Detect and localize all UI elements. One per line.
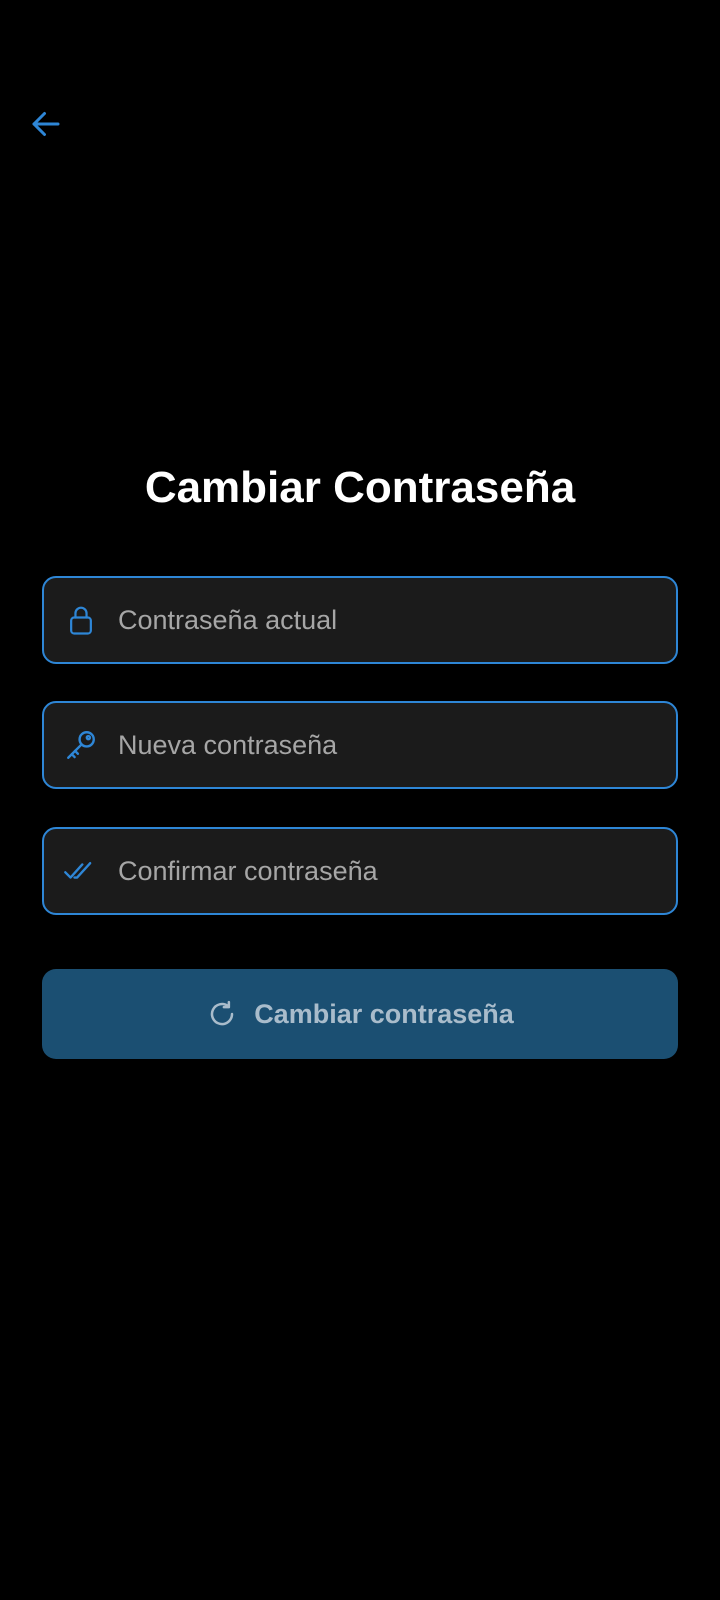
new-password-field[interactable]	[42, 701, 678, 789]
arrow-left-icon	[28, 106, 64, 147]
confirm-password-input[interactable]	[118, 829, 660, 913]
current-password-input[interactable]	[118, 578, 660, 662]
refresh-icon	[206, 998, 238, 1030]
lock-icon	[64, 603, 98, 637]
confirm-password-field[interactable]	[42, 827, 678, 915]
current-password-field[interactable]	[42, 576, 678, 664]
new-password-input[interactable]	[118, 703, 660, 787]
back-button[interactable]	[26, 106, 66, 146]
change-password-label: Cambiar contraseña	[254, 998, 514, 1029]
double-check-icon	[64, 854, 98, 888]
key-icon	[64, 728, 98, 762]
page-title: Cambiar Contraseña	[144, 463, 576, 512]
change-password-button[interactable]: Cambiar contraseña	[42, 969, 678, 1059]
